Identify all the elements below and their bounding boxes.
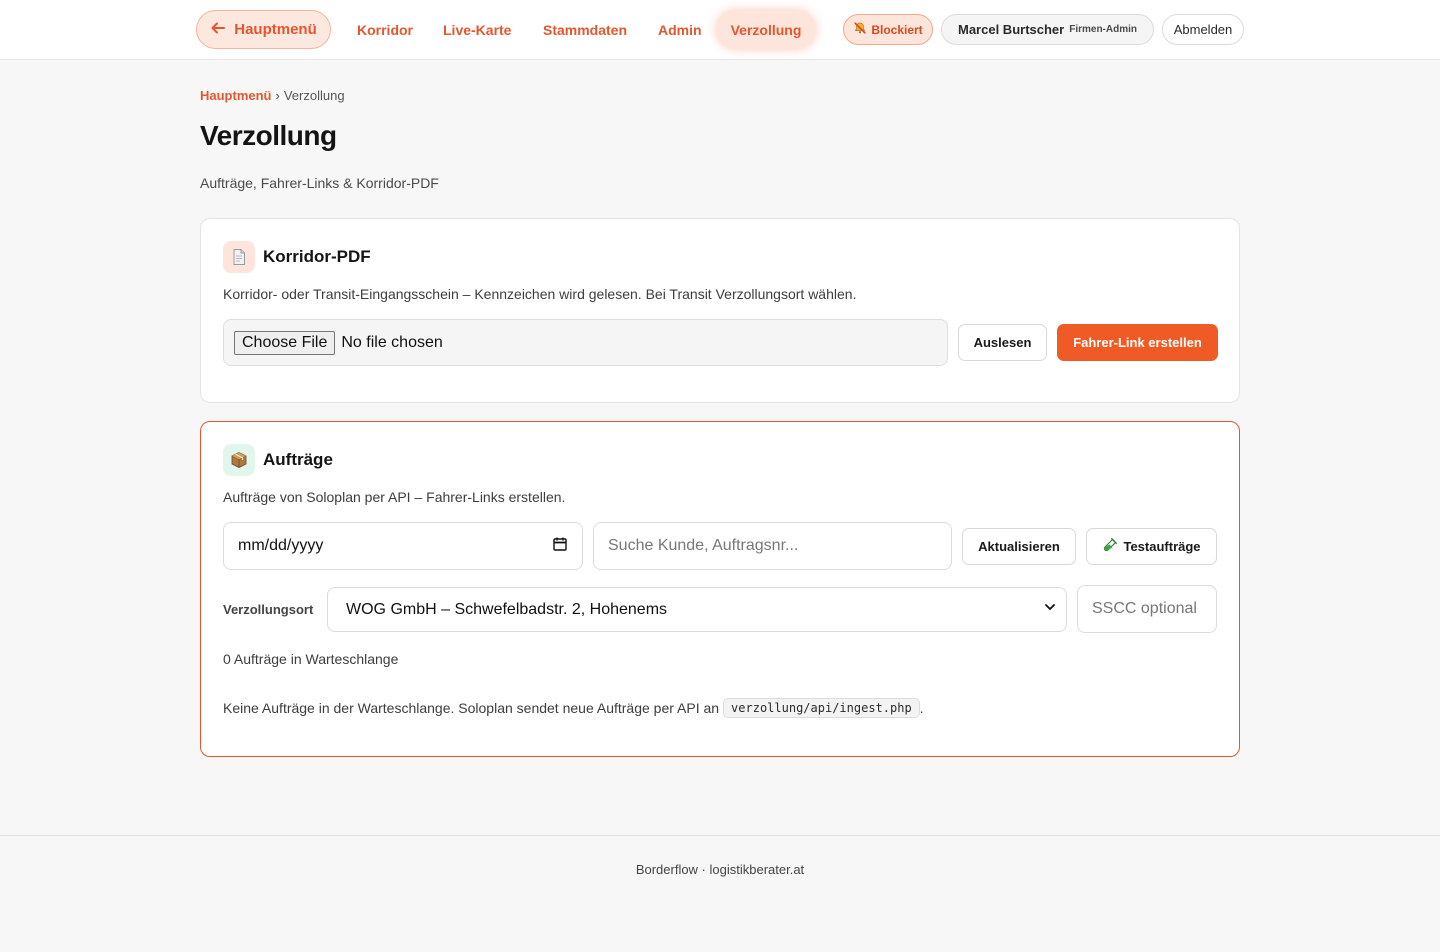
page-subtitle: Aufträge, Fahrer-Links & Korridor-PDF xyxy=(200,175,439,191)
footer-text: Borderflow · logistikberater.at xyxy=(635,862,805,877)
card-title-korridor-pdf: Korridor-PDF xyxy=(263,247,371,266)
nav-link-live-karte[interactable]: Live-Karte xyxy=(443,10,511,49)
orders-card: Aufträge Aufträge von Soloplan per API –… xyxy=(200,421,1240,757)
notification-blocked-badge[interactable]: Blockiert xyxy=(843,14,933,45)
test-orders-button[interactable]: Testaufträge xyxy=(1086,528,1217,565)
empty-queue-suffix: . xyxy=(919,700,924,716)
footer: Borderflow · logistikberater.at xyxy=(0,835,1440,952)
test-orders-label: Testaufträge xyxy=(1123,539,1201,554)
card-description-orders: Aufträge von Soloplan per API – Fahrer-L… xyxy=(223,489,566,505)
card-title-orders: Aufträge xyxy=(263,450,333,469)
api-endpoint-code: verzollung/api/ingest.php xyxy=(723,698,920,718)
read-pdf-button[interactable]: Auslesen xyxy=(958,324,1047,361)
pdf-file-input[interactable]: Choose File No file chosen xyxy=(223,319,948,366)
customs-location-select[interactable]: WOG GmbH – Schwefelbadstr. 2, Hohenems xyxy=(327,587,1067,632)
breadcrumb-separator: › xyxy=(275,88,280,103)
page-title: Verzollung xyxy=(200,120,337,151)
file-status-text: No file chosen xyxy=(341,333,443,351)
logout-button[interactable]: Abmelden xyxy=(1162,14,1244,45)
top-navigation-bar: Hauptmenü Korridor Live-Karte Stammdaten… xyxy=(0,0,1440,60)
back-button-label: Hauptmenü xyxy=(234,21,317,38)
create-driver-link-button[interactable]: Fahrer-Link erstellen xyxy=(1057,324,1218,361)
search-placeholder: Suche Kunde, Auftragsnr... xyxy=(608,537,799,554)
blocked-label: Blockiert xyxy=(871,22,923,37)
user-name: Marcel Burtscher xyxy=(958,22,1065,37)
arrow-left-icon xyxy=(210,20,226,40)
sscc-placeholder: SSCC optional xyxy=(1092,600,1197,617)
calendar-icon[interactable] xyxy=(552,536,568,557)
card-description-korridor-pdf: Korridor- oder Transit-Eingangsschein – … xyxy=(223,286,857,302)
nav-link-korridor[interactable]: Korridor xyxy=(357,10,413,49)
user-role: Firmen-Admin xyxy=(1069,24,1137,35)
document-icon xyxy=(223,241,255,273)
chevron-down-icon xyxy=(1042,599,1058,620)
breadcrumb-current: Verzollung xyxy=(283,88,345,103)
refresh-button[interactable]: Aktualisieren xyxy=(962,528,1076,565)
bell-off-icon xyxy=(853,21,867,38)
breadcrumb-link-main-menu[interactable]: Hauptmenü xyxy=(200,88,272,103)
nav-link-admin[interactable]: Admin xyxy=(658,10,702,49)
queue-count: 0 Aufträge in Warteschlange xyxy=(223,651,399,667)
user-profile-pill[interactable]: Marcel Burtscher Firmen-Admin xyxy=(941,14,1154,45)
customs-location-label: Verzollungsort xyxy=(223,602,314,617)
back-to-main-menu-button[interactable]: Hauptmenü xyxy=(196,10,331,49)
sscc-input[interactable]: SSCC optional xyxy=(1077,585,1217,633)
test-tube-icon xyxy=(1102,537,1118,556)
date-input[interactable]: mm/dd/yyyy xyxy=(223,522,583,570)
empty-queue-text: Keine Aufträge in der Warteschlange. Sol… xyxy=(223,700,720,716)
search-input[interactable]: Suche Kunde, Auftragsnr... xyxy=(593,522,952,570)
empty-queue-message: Keine Aufträge in der Warteschlange. Sol… xyxy=(223,698,924,718)
customs-location-value: WOG GmbH – Schwefelbadstr. 2, Hohenems xyxy=(346,600,668,618)
date-placeholder: mm/dd/yyyy xyxy=(238,537,324,554)
nav-link-stammdaten[interactable]: Stammdaten xyxy=(543,10,627,49)
package-icon xyxy=(223,444,255,476)
breadcrumb: Hauptmenü › Verzollung xyxy=(200,88,345,103)
korridor-pdf-card: Korridor-PDF Korridor- oder Transit-Eing… xyxy=(200,218,1240,403)
choose-file-button[interactable]: Choose File xyxy=(234,330,336,355)
nav-link-verzollung[interactable]: Verzollung xyxy=(716,10,816,49)
